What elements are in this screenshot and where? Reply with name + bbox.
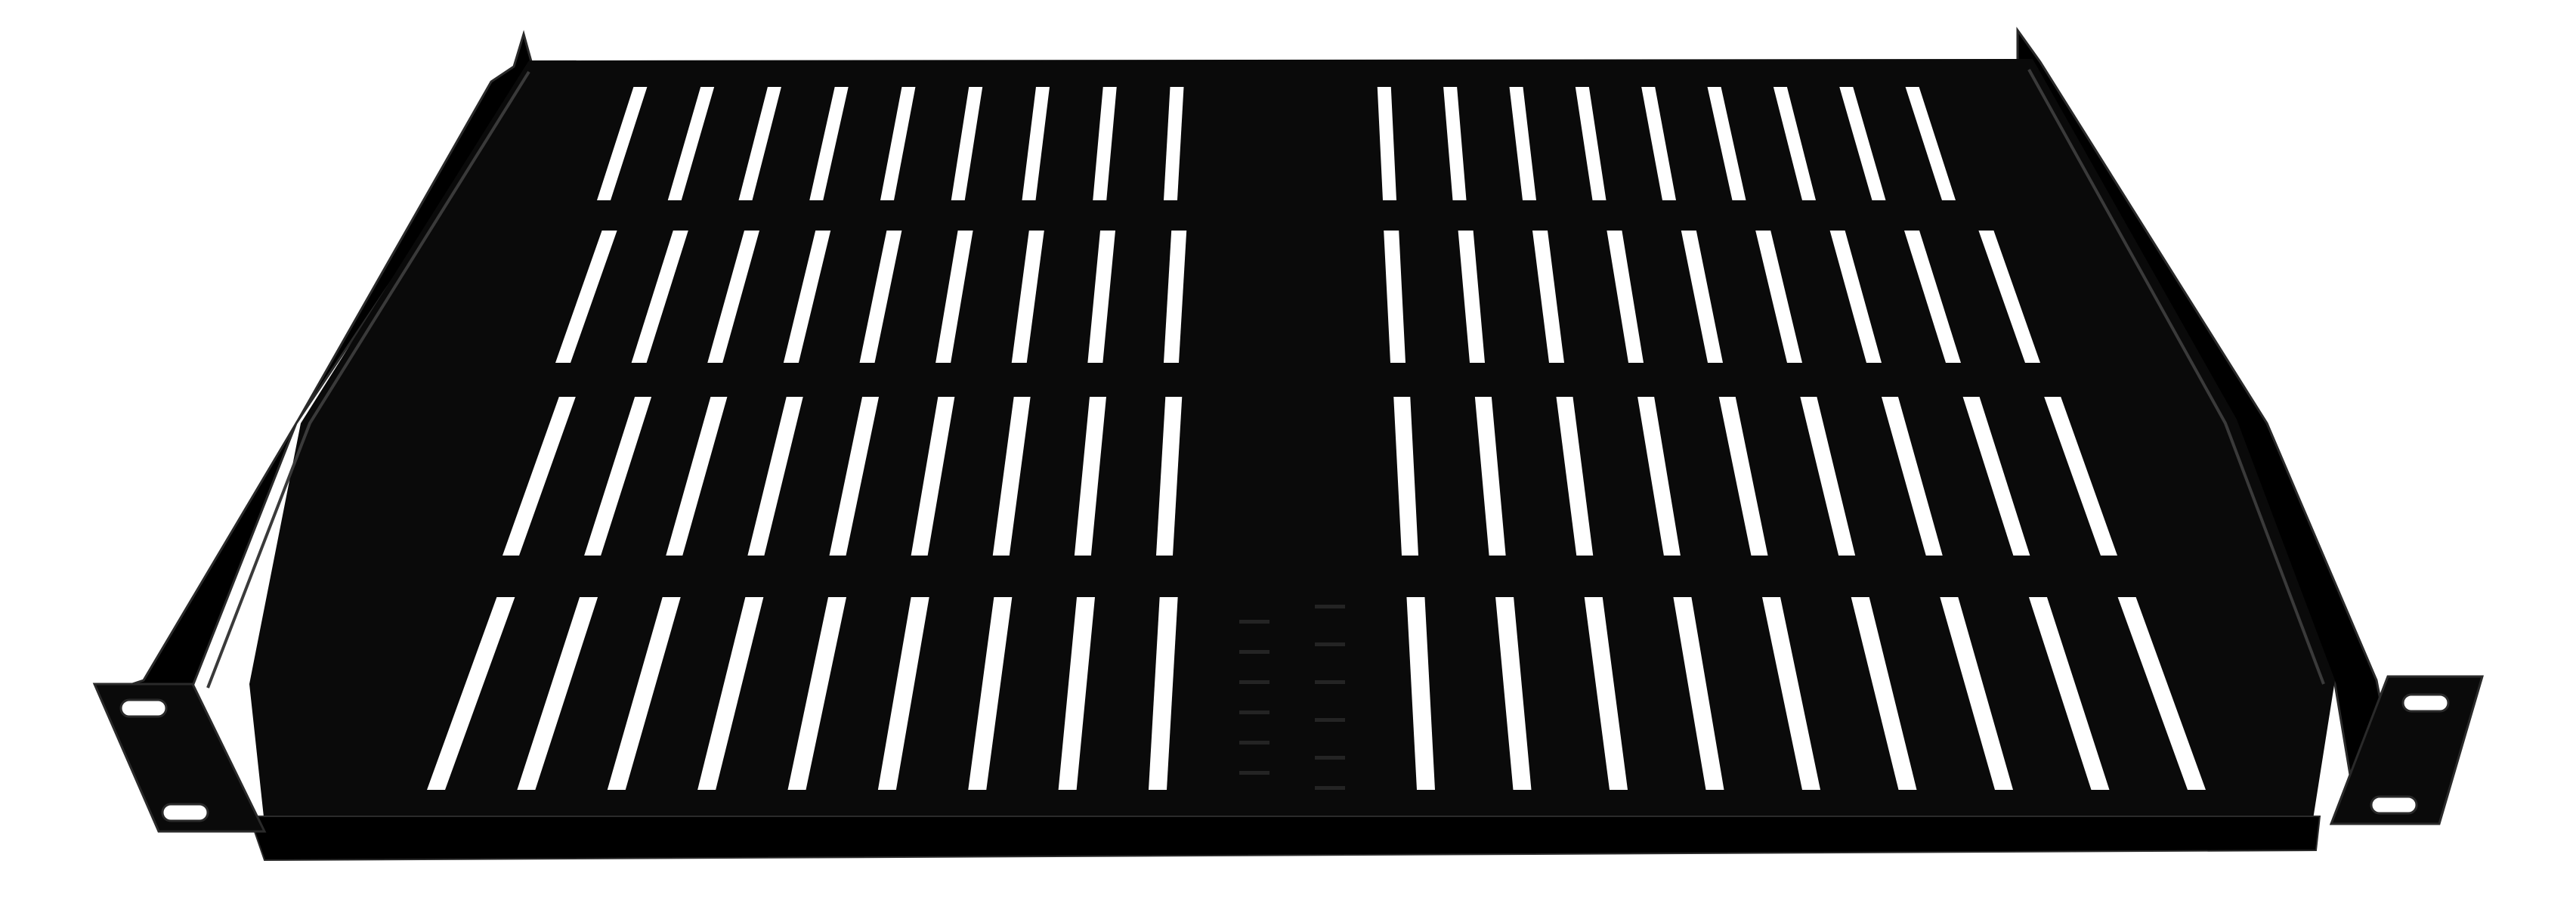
embossed-mark [1239,741,1269,744]
rack-shelf-image [0,0,2576,907]
mounting-hole [2370,795,2418,815]
embossed-mark [1315,680,1345,684]
embossed-mark [1239,680,1269,684]
mounting-hole [161,803,209,822]
embossed-mark [1239,710,1269,714]
mounting-hole [2401,693,2450,713]
photo-stage [0,0,2576,907]
embossed-mark [1315,605,1345,608]
embossed-mark [1315,642,1345,646]
mounting-hole [119,698,168,718]
embossed-mark [1315,718,1345,722]
embossed-mark [1239,771,1269,775]
embossed-mark [1239,650,1269,654]
embossed-mark [1315,756,1345,760]
embossed-mark [1239,620,1269,624]
embossed-mark [1315,786,1345,790]
shelf-tray-surface [249,59,2335,824]
